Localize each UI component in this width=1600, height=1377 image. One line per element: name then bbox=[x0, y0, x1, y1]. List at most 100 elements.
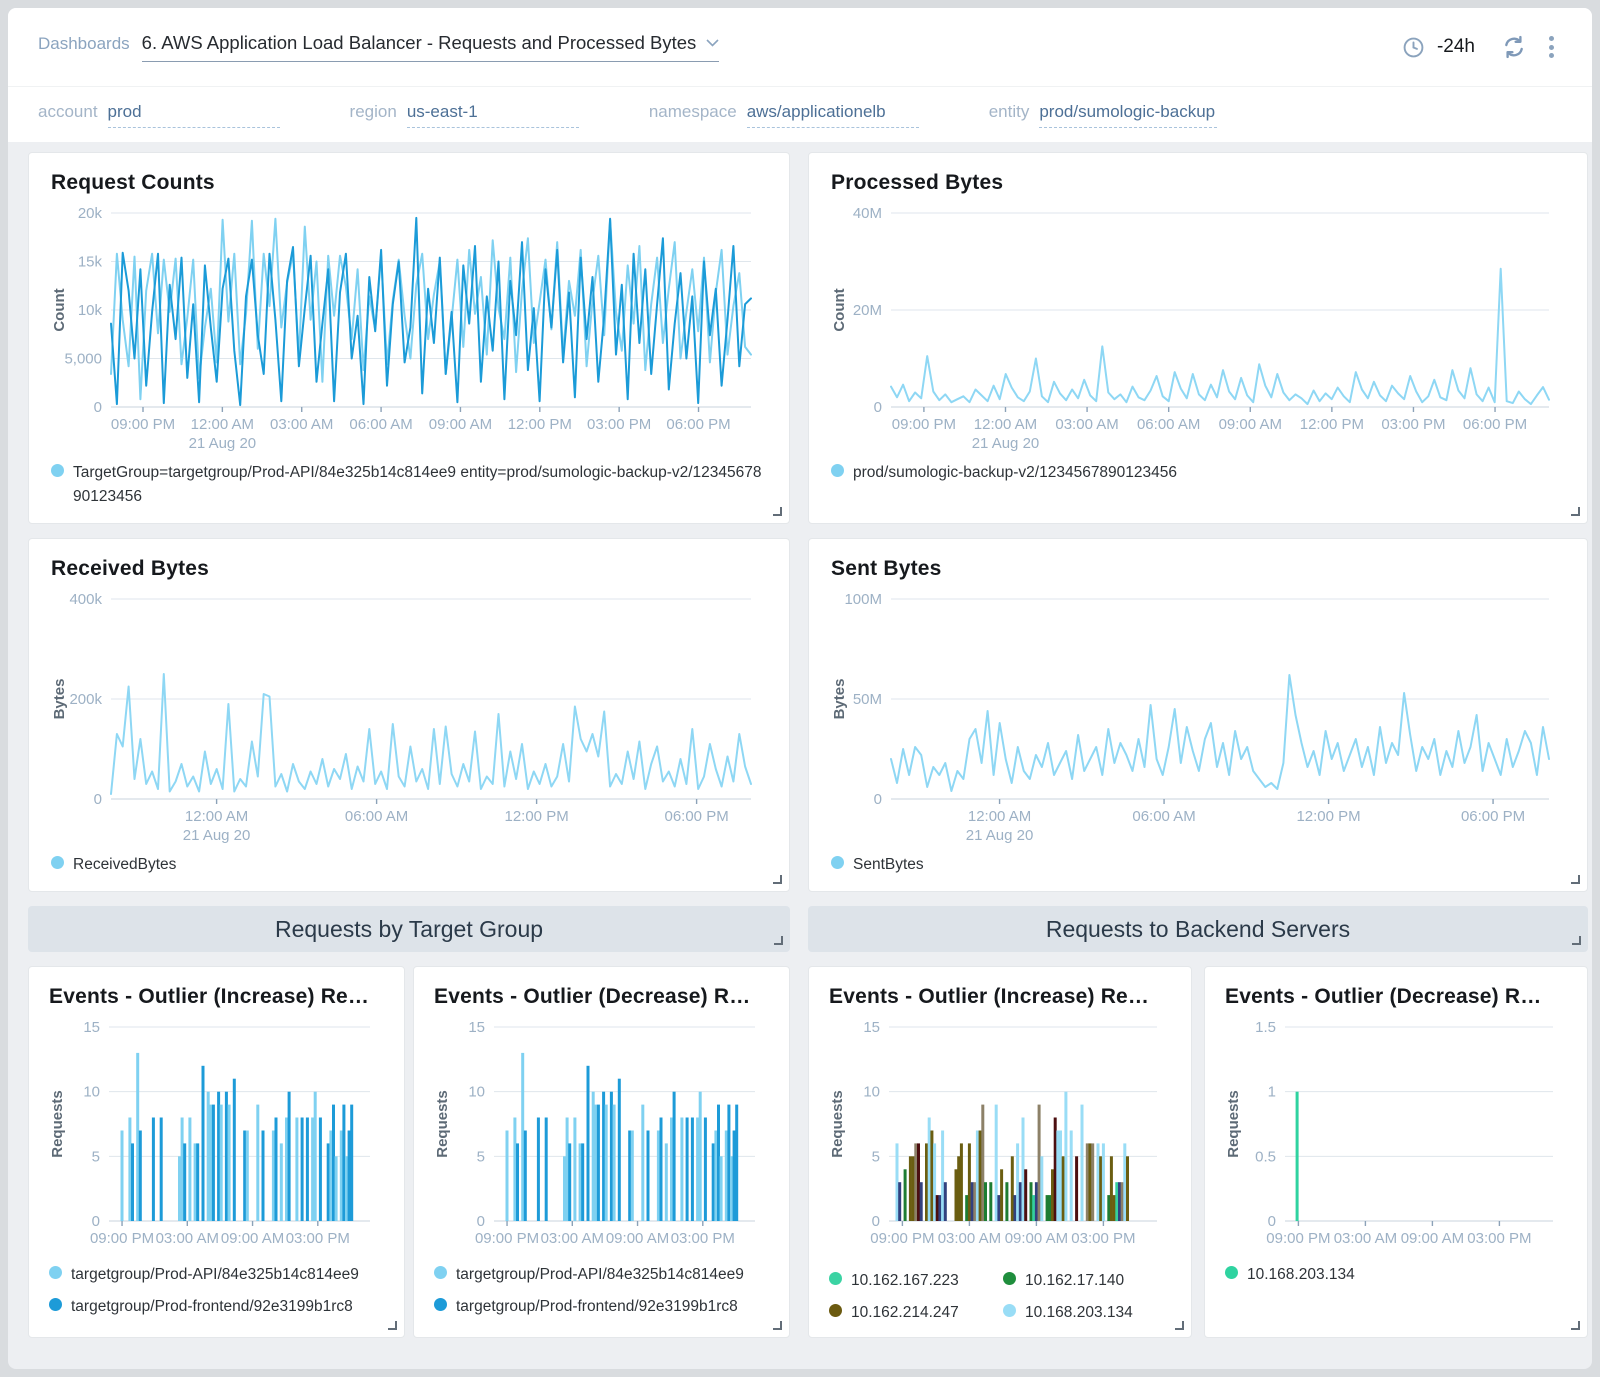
legend-item[interactable]: 10.162.17.140 bbox=[1003, 1269, 1171, 1293]
resize-handle[interactable] bbox=[773, 507, 782, 516]
filter-namespace: namespace aws/applicationelb bbox=[649, 102, 919, 128]
panel-received-bytes: Received Bytes 400k200k012:00 AM21 Aug 2… bbox=[28, 538, 790, 892]
filter-entity-label: entity bbox=[989, 102, 1030, 122]
processed-bytes-chart[interactable]: 40M20M009:00 PM12:00 AM21 Aug 2003:00 AM… bbox=[831, 201, 1561, 453]
legend: 10.168.203.134 bbox=[1225, 1263, 1567, 1287]
svg-text:09:00 PM: 09:00 PM bbox=[870, 1230, 934, 1247]
svg-text:1.5: 1.5 bbox=[1255, 1019, 1276, 1036]
svg-text:0: 0 bbox=[92, 1213, 100, 1230]
svg-text:21 Aug 20: 21 Aug 20 bbox=[183, 827, 251, 844]
backend-server-panels: Events - Outlier (Increase) Re… 15105009… bbox=[808, 966, 1588, 1338]
svg-text:0: 0 bbox=[94, 399, 102, 416]
legend-label: 10.162.214.247 bbox=[851, 1301, 959, 1325]
outlier-increase-backend-chart[interactable]: 15105009:00 PM03:00 AM09:00 AM03:00 PMRe… bbox=[829, 1015, 1169, 1255]
section-header-label: Requests by Target Group bbox=[275, 916, 543, 943]
svg-text:Requests: Requests bbox=[1225, 1090, 1242, 1158]
section-header-target-group: Requests by Target Group bbox=[28, 906, 790, 952]
filter-account-label: account bbox=[38, 102, 98, 122]
svg-text:09:00 PM: 09:00 PM bbox=[892, 416, 956, 433]
svg-text:40M: 40M bbox=[853, 205, 882, 222]
time-range-label[interactable]: -24h bbox=[1437, 36, 1475, 58]
resize-handle[interactable] bbox=[1571, 507, 1580, 516]
legend-item[interactable]: targetgroup/Prod-API/84e325b14c814ee9 bbox=[434, 1263, 769, 1287]
svg-text:Count: Count bbox=[51, 288, 68, 331]
breadcrumb[interactable]: Dashboards bbox=[38, 34, 130, 54]
svg-text:09:00 AM: 09:00 AM bbox=[1401, 1230, 1464, 1247]
panel-outlier-increase-backend: Events - Outlier (Increase) Re… 15105009… bbox=[808, 966, 1192, 1338]
svg-text:12:00 AM: 12:00 AM bbox=[968, 808, 1031, 825]
target-group-panels: Events - Outlier (Increase) Re… 15105009… bbox=[28, 966, 790, 1338]
filter-region-label: region bbox=[350, 102, 397, 122]
series-dot bbox=[434, 1298, 447, 1311]
resize-handle[interactable] bbox=[388, 1321, 397, 1330]
series-dot bbox=[1225, 1266, 1238, 1279]
filter-account-value[interactable]: prod bbox=[108, 102, 280, 128]
legend-item[interactable]: SentBytes bbox=[831, 853, 1565, 877]
svg-text:06:00 AM: 06:00 AM bbox=[349, 416, 412, 433]
outlier-increase-tg-chart[interactable]: 15105009:00 PM03:00 AM09:00 AM03:00 PMRe… bbox=[49, 1015, 382, 1255]
legend-label: 10.168.203.134 bbox=[1025, 1301, 1133, 1325]
panel-title: Events - Outlier (Increase) Re… bbox=[49, 985, 384, 1009]
svg-text:03:00 AM: 03:00 AM bbox=[541, 1230, 604, 1247]
resize-handle[interactable] bbox=[774, 936, 783, 945]
series-dot bbox=[434, 1266, 447, 1279]
sent-bytes-chart[interactable]: 100M50M012:00 AM21 Aug 2006:00 AM12:00 P… bbox=[831, 587, 1561, 845]
svg-text:03:00 PM: 03:00 PM bbox=[671, 1230, 735, 1247]
svg-text:1: 1 bbox=[1268, 1084, 1276, 1101]
svg-text:03:00 AM: 03:00 AM bbox=[1334, 1230, 1397, 1247]
svg-text:09:00 AM: 09:00 AM bbox=[221, 1230, 284, 1247]
section-header-label: Requests to Backend Servers bbox=[1046, 916, 1350, 943]
legend-item[interactable]: 10.162.167.223 bbox=[829, 1269, 997, 1293]
svg-text:03:00 PM: 03:00 PM bbox=[1381, 416, 1445, 433]
outlier-decrease-backend-chart[interactable]: 1.510.5009:00 PM03:00 AM09:00 AM03:00 PM… bbox=[1225, 1015, 1565, 1255]
svg-text:400k: 400k bbox=[69, 591, 102, 608]
legend-label: prod/sumologic-backup-v2/123456789012345… bbox=[853, 461, 1177, 485]
svg-text:21 Aug 20: 21 Aug 20 bbox=[972, 435, 1040, 452]
resize-handle[interactable] bbox=[773, 1321, 782, 1330]
svg-text:06:00 AM: 06:00 AM bbox=[345, 808, 408, 825]
legend-item[interactable]: 10.168.203.134 bbox=[1225, 1263, 1567, 1287]
svg-text:Bytes: Bytes bbox=[831, 679, 848, 720]
svg-text:06:00 PM: 06:00 PM bbox=[666, 416, 730, 433]
filter-entity-value[interactable]: prod/sumologic-backup bbox=[1039, 102, 1217, 128]
resize-handle[interactable] bbox=[773, 875, 782, 884]
legend-item[interactable]: targetgroup/Prod-frontend/92e3199b1rc8 bbox=[49, 1295, 384, 1319]
panel-title: Events - Outlier (Decrease) R… bbox=[1225, 985, 1567, 1009]
svg-text:03:00 PM: 03:00 PM bbox=[286, 1230, 350, 1247]
legend-item[interactable]: TargetGroup=targetgroup/Prod-API/84e325b… bbox=[51, 461, 767, 509]
svg-text:06:00 PM: 06:00 PM bbox=[1461, 808, 1525, 825]
resize-handle[interactable] bbox=[1572, 936, 1581, 945]
legend-item[interactable]: 10.162.214.247 bbox=[829, 1301, 997, 1325]
legend-item[interactable]: prod/sumologic-backup-v2/123456789012345… bbox=[831, 461, 1565, 485]
filter-namespace-value[interactable]: aws/applicationelb bbox=[747, 102, 919, 128]
resize-handle[interactable] bbox=[1571, 1321, 1580, 1330]
request-counts-chart[interactable]: 20k15k10k5,000009:00 PM12:00 AM21 Aug 20… bbox=[51, 201, 763, 453]
svg-text:03:00 PM: 03:00 PM bbox=[1071, 1230, 1135, 1247]
kebab-menu-icon[interactable] bbox=[1539, 32, 1564, 62]
svg-text:0: 0 bbox=[94, 791, 102, 808]
legend-item[interactable]: targetgroup/Prod-API/84e325b14c814ee9 bbox=[49, 1263, 384, 1287]
chevron-down-icon bbox=[706, 39, 719, 47]
series-dot bbox=[49, 1266, 62, 1279]
svg-text:09:00 PM: 09:00 PM bbox=[90, 1230, 154, 1247]
svg-text:09:00 AM: 09:00 AM bbox=[1219, 416, 1282, 433]
legend-label: ReceivedBytes bbox=[73, 853, 176, 877]
svg-text:09:00 AM: 09:00 AM bbox=[1005, 1230, 1068, 1247]
svg-text:09:00 AM: 09:00 AM bbox=[429, 416, 492, 433]
resize-handle[interactable] bbox=[1571, 875, 1580, 884]
refresh-icon[interactable] bbox=[1501, 34, 1527, 60]
svg-text:0: 0 bbox=[874, 399, 882, 416]
outlier-decrease-tg-chart[interactable]: 15105009:00 PM03:00 AM09:00 AM03:00 PMRe… bbox=[434, 1015, 767, 1255]
svg-text:20k: 20k bbox=[78, 205, 103, 222]
svg-text:12:00 PM: 12:00 PM bbox=[1300, 416, 1364, 433]
svg-text:03:00 AM: 03:00 AM bbox=[1055, 416, 1118, 433]
filter-region-value[interactable]: us-east-1 bbox=[407, 102, 579, 128]
dashboard-title-select[interactable]: 6. AWS Application Load Balancer - Reque… bbox=[142, 32, 720, 62]
resize-handle[interactable] bbox=[1175, 1321, 1184, 1330]
series-dot bbox=[51, 464, 64, 477]
legend-label: SentBytes bbox=[853, 853, 924, 877]
legend-item[interactable]: targetgroup/Prod-frontend/92e3199b1rc8 bbox=[434, 1295, 769, 1319]
received-bytes-chart[interactable]: 400k200k012:00 AM21 Aug 2006:00 AM12:00 … bbox=[51, 587, 763, 845]
legend-item[interactable]: ReceivedBytes bbox=[51, 853, 767, 877]
legend-item[interactable]: 10.168.203.134 bbox=[1003, 1301, 1171, 1325]
